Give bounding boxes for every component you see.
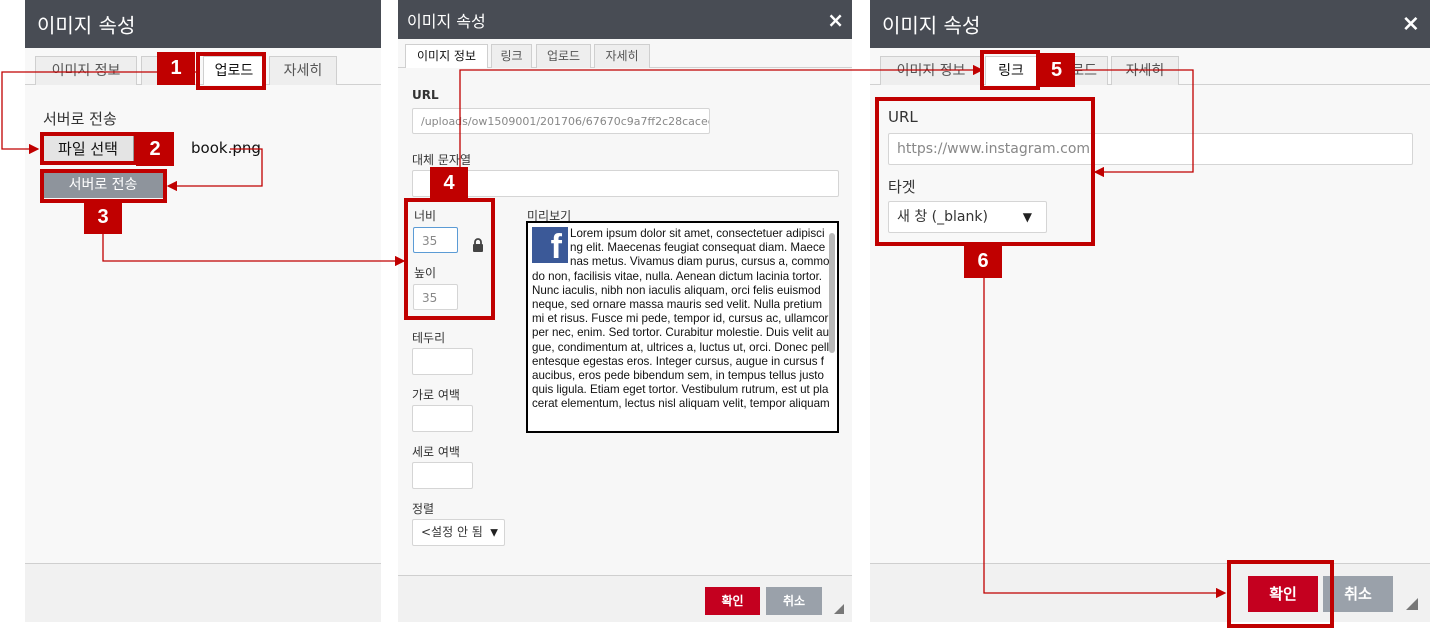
close-icon[interactable]: × [1402, 12, 1420, 37]
dialog-titlebar: 이미지 속성 [25, 0, 381, 48]
tab-image-info[interactable]: 이미지 정보 [35, 56, 137, 85]
dialog-title: 이미지 속성 [407, 11, 486, 31]
dialog-title: 이미지 속성 [37, 13, 136, 38]
step-badge-6: 6 [964, 245, 1002, 278]
alt-text-label: 대체 문자열 [412, 153, 472, 167]
highlight-send-button [40, 169, 167, 203]
cancel-button[interactable]: 취소 [766, 587, 822, 615]
resize-grip-icon[interactable] [834, 604, 844, 614]
tab-link[interactable]: 링크 [491, 44, 532, 68]
step-badge-2: 2 [136, 132, 174, 166]
step-badge-3: 3 [84, 201, 122, 234]
url-input[interactable]: /uploads/ow1509001/201706/67670c9a7ff2c2… [412, 108, 710, 134]
dialog-title: 이미지 속성 [882, 13, 981, 38]
border-input[interactable] [412, 348, 473, 375]
align-select-value: <설정 안 됨> [421, 525, 483, 539]
resize-grip-icon[interactable] [1406, 598, 1418, 610]
highlight-dimensions [404, 198, 495, 320]
step-badge-5: 5 [1038, 53, 1075, 87]
preview-box: f Lorem ipsum dolor sit amet, consectetue… [526, 221, 839, 433]
highlight-ok-button [1227, 560, 1334, 628]
border-label: 테두리 [412, 331, 446, 345]
preview-scrollbar[interactable] [829, 233, 835, 353]
dialog-titlebar: 이미지 속성 × [870, 0, 1430, 48]
dialog-titlebar: 이미지 속성 × [398, 0, 852, 39]
highlight-link-tab [980, 50, 1040, 90]
tab-advanced[interactable]: 자세히 [1111, 56, 1179, 85]
highlight-upload-tab [196, 52, 266, 90]
highlight-file-select [40, 132, 138, 165]
align-label: 정렬 [412, 502, 435, 516]
step-badge-1: 1 [157, 52, 195, 85]
align-select[interactable]: <설정 안 됨> ▼ [412, 519, 505, 546]
tab-image-info[interactable]: 이미지 정보 [880, 56, 982, 85]
tab-image-info[interactable]: 이미지 정보 [405, 44, 488, 68]
vspace-input[interactable] [412, 462, 473, 489]
ok-button[interactable]: 확인 [705, 587, 760, 615]
dialog-footer [25, 563, 381, 622]
vspace-label: 세로 여백 [412, 445, 460, 459]
step-badge-4: 4 [430, 167, 468, 200]
preview-text-block: f Lorem ipsum dolor sit amet, consectetue… [532, 227, 830, 412]
upload-section-label: 서버로 전송 [43, 110, 117, 128]
facebook-icon: f [532, 227, 568, 266]
hspace-input[interactable] [412, 405, 473, 432]
url-label: URL [412, 88, 439, 102]
tab-upload[interactable]: 업로드 [536, 44, 591, 68]
tab-advanced[interactable]: 자세히 [594, 44, 650, 68]
dialog-link-step: 이미지 속성 × 이미지 정보 링크 로드 자세히 URL https://ww… [870, 0, 1430, 622]
close-icon[interactable]: × [827, 8, 844, 32]
dropdown-arrow-icon: ▼ [490, 527, 498, 538]
highlight-link-fields [875, 97, 1095, 246]
tab-advanced[interactable]: 자세히 [269, 56, 337, 85]
preview-text: Lorem ipsum dolor sit amet, consectetuer… [532, 227, 830, 411]
file-name-text: book.png [191, 139, 261, 157]
alt-text-input[interactable] [412, 170, 839, 197]
hspace-label: 가로 여백 [412, 388, 460, 402]
dialog-upload-step: 이미지 속성 이미지 정보 링 업로드 자세히 서버로 전송 파일 선택 boo… [25, 0, 381, 622]
